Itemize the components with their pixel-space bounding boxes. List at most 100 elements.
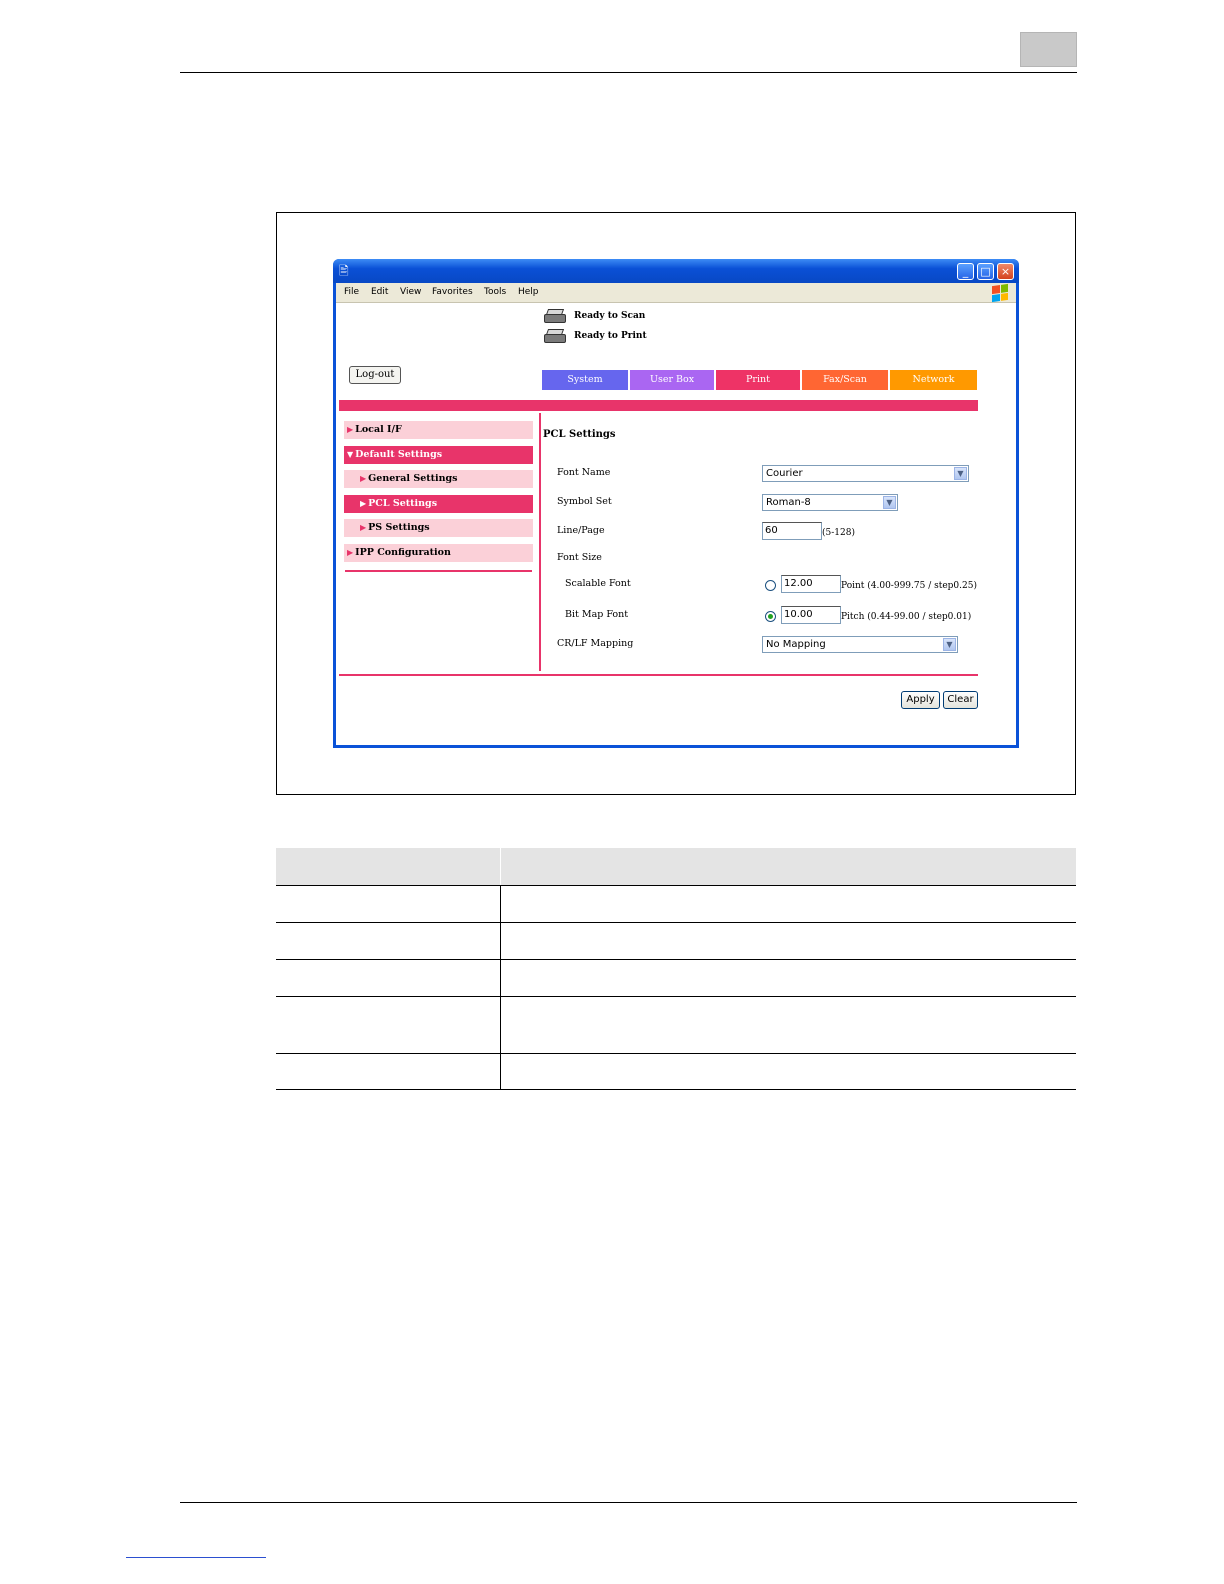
minimize-button[interactable]: _ xyxy=(957,263,974,280)
maximize-button[interactable]: □ xyxy=(977,263,994,280)
tab-system-label: System xyxy=(567,374,603,385)
crlf-mapping-label: CR/LF Mapping xyxy=(557,638,634,649)
arrow-right-icon: ▶ xyxy=(347,548,354,557)
font-name-value: Courier xyxy=(766,468,803,479)
menu-tools[interactable]: Tools xyxy=(484,287,506,297)
logout-button[interactable]: Log-out xyxy=(349,366,401,384)
table-cell xyxy=(500,959,1076,997)
scalable-font-radio[interactable] xyxy=(765,580,776,591)
tab-fax-scan[interactable]: Fax/Scan xyxy=(802,370,888,390)
tab-print-label: Print xyxy=(746,374,770,385)
print-status-text: Ready to Print xyxy=(574,331,647,341)
footer-link-underline[interactable] xyxy=(126,1557,266,1558)
table-cell xyxy=(276,996,501,1054)
tab-fax-scan-label: Fax/Scan xyxy=(823,374,867,385)
sidebar-item-label: Local I/F xyxy=(355,424,402,435)
table-row xyxy=(276,1053,1076,1090)
collapse-arrow-icon: ▼ xyxy=(347,450,354,459)
crlf-mapping-value: No Mapping xyxy=(766,639,826,650)
scalable-font-label: Scalable Font xyxy=(565,578,631,589)
page-content: Ready to Scan Ready to Print Log-out Sys… xyxy=(336,303,1016,745)
expand-arrow-icon: ▶ xyxy=(347,425,354,434)
menu-help[interactable]: Help xyxy=(518,287,539,297)
footer-divider xyxy=(339,674,978,676)
table-header-cell xyxy=(276,848,501,886)
page-title: PCL Settings xyxy=(543,429,616,440)
table-cell xyxy=(276,885,501,923)
bitmap-font-range: Pitch (0.44-99.00 / step0.01) xyxy=(841,612,972,622)
crlf-mapping-select[interactable]: No Mapping ▼ xyxy=(762,636,958,653)
table-cell xyxy=(500,885,1076,923)
font-name-label: Font Name xyxy=(557,467,611,478)
table-cell xyxy=(500,922,1076,960)
tab-network[interactable]: Network xyxy=(890,370,977,390)
font-name-select[interactable]: Courier ▼ xyxy=(762,465,969,482)
symbol-set-label: Symbol Set xyxy=(557,496,612,507)
table-header-cell xyxy=(500,848,1076,886)
menu-view[interactable]: View xyxy=(400,287,421,297)
sidebar-item-local-if[interactable]: ▶ Local I/F xyxy=(344,421,533,439)
menu-edit[interactable]: Edit xyxy=(371,287,388,297)
scalable-font-input[interactable]: 12.00 xyxy=(781,575,841,593)
sidebar-item-label: General Settings xyxy=(368,473,458,484)
chevron-down-icon: ▼ xyxy=(954,467,967,480)
header-accent-bar xyxy=(339,400,978,411)
menu-bar: File Edit View Favorites Tools Help xyxy=(336,283,1016,303)
table-row xyxy=(276,996,1076,1054)
line-page-range: (5-128) xyxy=(822,528,855,538)
chevron-down-icon: ▼ xyxy=(883,496,896,509)
sidebar-divider xyxy=(539,413,541,671)
arrow-right-icon: ▶ xyxy=(360,523,367,532)
symbol-set-value: Roman-8 xyxy=(766,497,811,508)
sidebar-item-general-settings[interactable]: ▶ General Settings xyxy=(344,470,533,488)
table-cell xyxy=(500,1053,1076,1090)
menu-favorites[interactable]: Favorites xyxy=(432,287,473,297)
sidebar-item-ipp-configuration[interactable]: ▶ IPP Configuration xyxy=(344,544,533,562)
footer-rule xyxy=(180,1502,1077,1503)
line-page-label: Line/Page xyxy=(557,525,605,536)
close-button[interactable]: × xyxy=(997,263,1014,280)
arrow-right-icon: ▶ xyxy=(360,499,367,508)
bitmap-font-input[interactable]: 10.00 xyxy=(781,606,841,624)
sidebar-item-label: PS Settings xyxy=(368,522,430,533)
printer-icon xyxy=(542,328,568,344)
bitmap-font-label: Bit Map Font xyxy=(565,609,629,620)
table-cell xyxy=(276,922,501,960)
window-titlebar[interactable]: 🖹 _ □ × xyxy=(333,259,1019,283)
tab-network-label: Network xyxy=(912,374,955,385)
font-size-label: Font Size xyxy=(557,552,602,563)
table-cell xyxy=(276,959,501,997)
sidebar-item-label: PCL Settings xyxy=(368,498,438,509)
settings-table xyxy=(276,848,1076,1090)
tab-system[interactable]: System xyxy=(542,370,628,390)
clear-button[interactable]: Clear xyxy=(943,691,978,709)
tab-user-box-label: User Box xyxy=(649,374,695,385)
sidebar-end-rule xyxy=(345,570,532,572)
sidebar-item-pcl-settings[interactable]: ▶ PCL Settings xyxy=(344,495,533,513)
sidebar-item-default-settings[interactable]: ▼ Default Settings xyxy=(344,446,533,464)
arrow-right-icon: ▶ xyxy=(360,474,367,483)
line-page-input[interactable]: 60 xyxy=(762,522,822,540)
table-row xyxy=(276,922,1076,960)
sidebar-item-label: IPP Configuration xyxy=(355,547,451,558)
print-status: Ready to Print xyxy=(542,328,647,344)
table-row xyxy=(276,959,1076,997)
chapter-tab xyxy=(1020,32,1077,67)
scalable-font-range: Point (4.00-999.75 / step0.25) xyxy=(841,581,977,591)
ie-page-icon: 🖹 xyxy=(339,264,349,278)
chevron-down-icon: ▼ xyxy=(943,638,956,651)
bitmap-font-radio[interactable] xyxy=(765,611,776,622)
table-header-row xyxy=(276,848,1076,886)
sidebar-item-ps-settings[interactable]: ▶ PS Settings xyxy=(344,519,533,537)
tab-print[interactable]: Print xyxy=(716,370,800,390)
symbol-set-select[interactable]: Roman-8 ▼ xyxy=(762,494,898,511)
table-cell xyxy=(276,1053,501,1090)
scan-status-text: Ready to Scan xyxy=(574,311,646,321)
tab-user-box[interactable]: User Box xyxy=(630,370,714,390)
browser-window: 🖹 _ □ × File Edit View Favorites Tools H… xyxy=(333,259,1019,748)
windows-logo-icon xyxy=(992,283,1008,303)
menu-file[interactable]: File xyxy=(344,287,359,297)
table-row xyxy=(276,885,1076,923)
table-cell xyxy=(500,996,1076,1054)
apply-button[interactable]: Apply xyxy=(901,691,940,709)
